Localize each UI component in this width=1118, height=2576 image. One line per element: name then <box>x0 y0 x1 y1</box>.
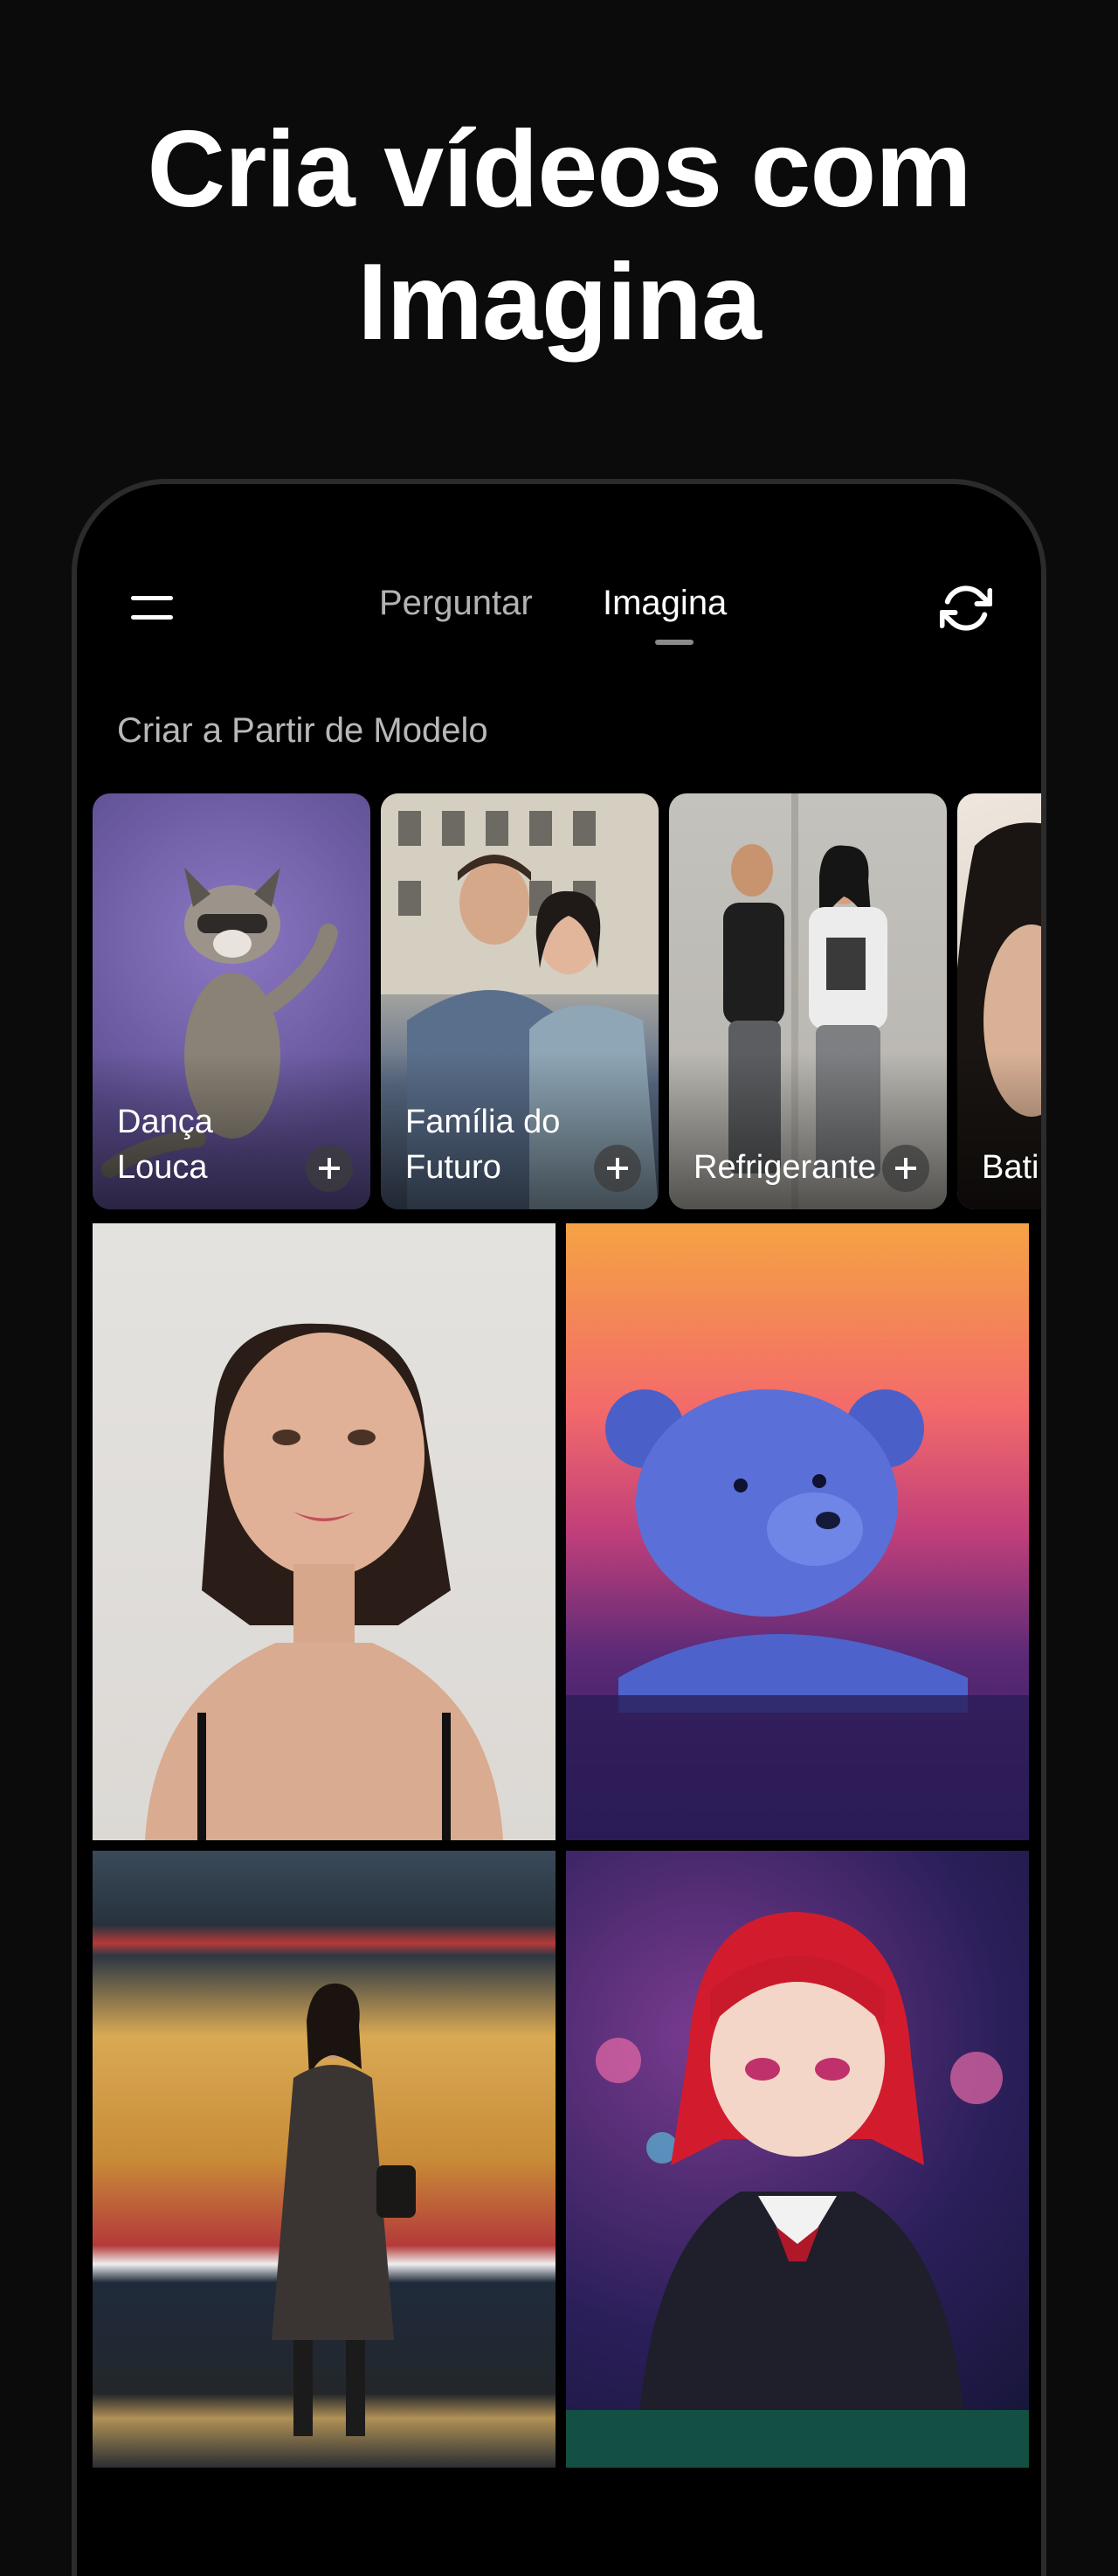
refresh-icon[interactable] <box>940 582 992 634</box>
gallery-item[interactable] <box>566 1223 1029 1840</box>
headline-line-1: Cria vídeos com <box>147 109 972 230</box>
gallery-item[interactable] <box>93 1223 556 1840</box>
template-card[interactable]: Bati de C <box>957 793 1041 1209</box>
plus-icon[interactable] <box>594 1145 641 1192</box>
template-label: Dança Louca <box>117 1104 213 1186</box>
template-card[interactable]: Refrigerante <box>669 793 947 1209</box>
top-bar: Perguntar Imagina <box>77 484 1041 645</box>
template-label: Família do Futuro <box>405 1104 561 1186</box>
headline: Cria vídeos com Imagina <box>0 103 1118 369</box>
subway-woman-image <box>272 1983 416 2436</box>
tab-imagina[interactable]: Imagina <box>603 584 727 623</box>
headline-line-2: Imagina <box>357 242 762 363</box>
template-card[interactable]: Dança Louca <box>93 793 370 1209</box>
template-label: Bati de C <box>982 1149 1041 1186</box>
plus-icon[interactable] <box>306 1145 353 1192</box>
phone-frame: Perguntar Imagina Criar a Partir de Mode… <box>72 479 1046 2576</box>
blue-bear-image <box>566 1389 1029 1840</box>
anime-girl-image <box>566 1912 1029 2468</box>
portrait-woman-image <box>145 1323 503 1840</box>
tab-perguntar[interactable]: Perguntar <box>379 584 533 623</box>
template-label: Refrigerante <box>694 1149 877 1186</box>
gallery-item[interactable] <box>566 1851 1029 2468</box>
template-carousel[interactable]: Dança Louca Família do Futuro Refrigeran… <box>93 793 1041 1213</box>
template-card[interactable]: Família do Futuro <box>381 793 659 1209</box>
section-title: Criar a Partir de Modelo <box>117 711 488 750</box>
gallery-item[interactable] <box>93 1851 556 2468</box>
plus-icon[interactable] <box>882 1145 929 1192</box>
menu-icon[interactable] <box>131 591 175 626</box>
active-tab-indicator <box>655 640 694 645</box>
